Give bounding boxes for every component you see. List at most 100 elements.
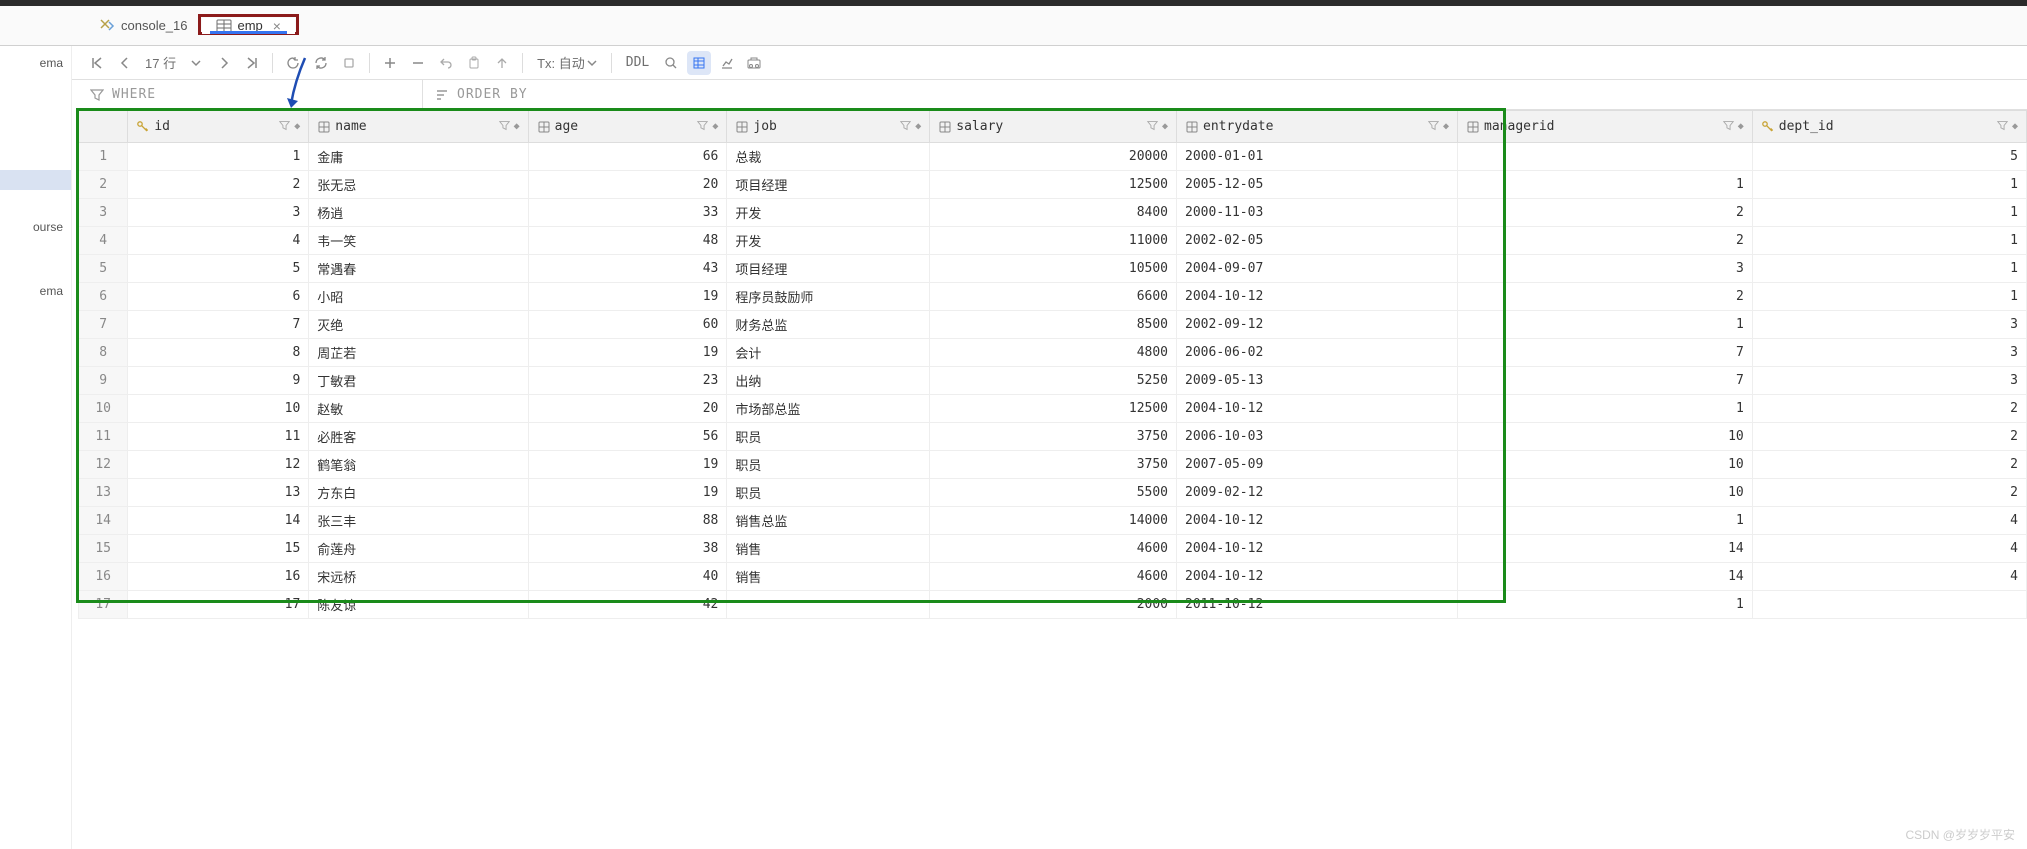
export-icon[interactable] <box>743 51 767 75</box>
row-number[interactable]: 3 <box>79 199 128 227</box>
sort-icon[interactable]: ◆ <box>1162 121 1168 132</box>
column-header-job[interactable]: job◆ <box>727 111 930 143</box>
cell-managerid[interactable]: 1 <box>1458 395 1753 423</box>
sidebar-item[interactable] <box>0 170 71 190</box>
cell-id[interactable]: 6 <box>128 283 309 311</box>
cell-id[interactable]: 5 <box>128 255 309 283</box>
cell-id[interactable]: 17 <box>128 591 309 619</box>
row-number[interactable]: 7 <box>79 311 128 339</box>
cell-age[interactable]: 66 <box>528 143 727 171</box>
filter-icon[interactable] <box>1723 120 1734 134</box>
cell-name[interactable]: 韦一笑 <box>309 227 528 255</box>
sidebar-item[interactable]: ema <box>0 46 71 80</box>
sort-icon[interactable]: ◆ <box>294 121 300 132</box>
row-number-header[interactable] <box>79 111 128 143</box>
cell-id[interactable]: 7 <box>128 311 309 339</box>
cell-age[interactable]: 33 <box>528 199 727 227</box>
cell-salary[interactable]: 5250 <box>930 367 1177 395</box>
cell-managerid[interactable]: 1 <box>1458 171 1753 199</box>
table-row[interactable]: 1515俞莲舟38销售46002004-10-12144 <box>79 535 2027 563</box>
filter-icon[interactable] <box>1997 120 2008 134</box>
cell-job[interactable]: 市场部总监 <box>727 395 930 423</box>
table-row[interactable]: 66小昭19程序员鼓励师66002004-10-1221 <box>79 283 2027 311</box>
cell-managerid[interactable]: 2 <box>1458 283 1753 311</box>
cell-id[interactable]: 9 <box>128 367 309 395</box>
cell-age[interactable]: 19 <box>528 283 727 311</box>
chart-view-icon[interactable] <box>715 51 739 75</box>
cell-age[interactable]: 19 <box>528 451 727 479</box>
sidebar-item[interactable]: ema <box>0 274 71 308</box>
cell-name[interactable]: 灭绝 <box>309 311 528 339</box>
cell-salary[interactable]: 6600 <box>930 283 1177 311</box>
cell-entrydate[interactable]: 2006-06-02 <box>1177 339 1458 367</box>
cell-entrydate[interactable]: 2006-10-03 <box>1177 423 1458 451</box>
cell-dept_id[interactable]: 4 <box>1752 563 2026 591</box>
cell-age[interactable]: 20 <box>528 171 727 199</box>
last-page-icon[interactable] <box>240 51 264 75</box>
cell-dept_id[interactable]: 1 <box>1752 227 2026 255</box>
cell-job[interactable]: 销售总监 <box>727 507 930 535</box>
search-icon[interactable] <box>659 51 683 75</box>
cell-salary[interactable]: 8400 <box>930 199 1177 227</box>
cell-dept_id[interactable]: 2 <box>1752 451 2026 479</box>
cell-id[interactable]: 3 <box>128 199 309 227</box>
cell-name[interactable]: 张无忌 <box>309 171 528 199</box>
cell-managerid[interactable]: 1 <box>1458 591 1753 619</box>
tab-console[interactable]: console_16 <box>85 6 202 45</box>
prev-page-icon[interactable] <box>113 51 137 75</box>
row-number[interactable]: 17 <box>79 591 128 619</box>
cell-age[interactable]: 20 <box>528 395 727 423</box>
cell-name[interactable]: 鹤笔翁 <box>309 451 528 479</box>
cell-entrydate[interactable]: 2002-02-05 <box>1177 227 1458 255</box>
cell-id[interactable]: 8 <box>128 339 309 367</box>
column-header-id[interactable]: id◆ <box>128 111 309 143</box>
cell-job[interactable]: 职员 <box>727 479 930 507</box>
orderby-filter[interactable]: ORDER BY <box>423 80 540 109</box>
cell-job[interactable]: 会计 <box>727 339 930 367</box>
table-row[interactable]: 99丁敏君23出纳52502009-05-1373 <box>79 367 2027 395</box>
cell-managerid[interactable]: 1 <box>1458 311 1753 339</box>
cell-dept_id[interactable]: 1 <box>1752 255 2026 283</box>
close-icon[interactable]: × <box>273 18 281 34</box>
tx-mode-dropdown[interactable]: Tx: 自动 <box>531 53 603 72</box>
grid-view-icon[interactable] <box>687 51 711 75</box>
remove-row-icon[interactable] <box>406 51 430 75</box>
cell-managerid[interactable]: 1 <box>1458 507 1753 535</box>
column-header-salary[interactable]: salary◆ <box>930 111 1177 143</box>
cell-id[interactable]: 10 <box>128 395 309 423</box>
filter-icon[interactable] <box>279 120 290 134</box>
cell-entrydate[interactable]: 2004-10-12 <box>1177 507 1458 535</box>
cell-job[interactable]: 职员 <box>727 423 930 451</box>
sort-icon[interactable]: ◆ <box>1738 121 1744 132</box>
row-number[interactable]: 1 <box>79 143 128 171</box>
table-row[interactable]: 1111必胜客56职员37502006-10-03102 <box>79 423 2027 451</box>
cell-salary[interactable]: 14000 <box>930 507 1177 535</box>
row-number[interactable]: 8 <box>79 339 128 367</box>
cell-id[interactable]: 16 <box>128 563 309 591</box>
sort-icon[interactable]: ◆ <box>915 121 921 132</box>
cell-entrydate[interactable]: 2002-09-12 <box>1177 311 1458 339</box>
sidebar-item[interactable]: ourse <box>0 210 71 244</box>
cell-name[interactable]: 赵敏 <box>309 395 528 423</box>
stop-icon[interactable] <box>337 51 361 75</box>
cell-id[interactable]: 12 <box>128 451 309 479</box>
sort-icon[interactable]: ◆ <box>2012 121 2018 132</box>
add-row-icon[interactable] <box>378 51 402 75</box>
cell-managerid[interactable]: 2 <box>1458 227 1753 255</box>
cell-dept_id[interactable]: 3 <box>1752 311 2026 339</box>
sort-icon[interactable]: ◆ <box>712 121 718 132</box>
cell-job[interactable]: 销售 <box>727 535 930 563</box>
cell-entrydate[interactable]: 2004-10-12 <box>1177 395 1458 423</box>
cell-job[interactable]: 财务总监 <box>727 311 930 339</box>
table-row[interactable]: 77灭绝60财务总监85002002-09-1213 <box>79 311 2027 339</box>
cell-name[interactable]: 俞莲舟 <box>309 535 528 563</box>
refresh-icon[interactable] <box>281 51 305 75</box>
table-row[interactable]: 1414张三丰88销售总监140002004-10-1214 <box>79 507 2027 535</box>
row-number[interactable]: 12 <box>79 451 128 479</box>
cell-job[interactable]: 项目经理 <box>727 171 930 199</box>
cell-name[interactable]: 小昭 <box>309 283 528 311</box>
cell-entrydate[interactable]: 2000-01-01 <box>1177 143 1458 171</box>
table-row[interactable]: 88周芷若19会计48002006-06-0273 <box>79 339 2027 367</box>
column-header-name[interactable]: name◆ <box>309 111 528 143</box>
cell-id[interactable]: 15 <box>128 535 309 563</box>
